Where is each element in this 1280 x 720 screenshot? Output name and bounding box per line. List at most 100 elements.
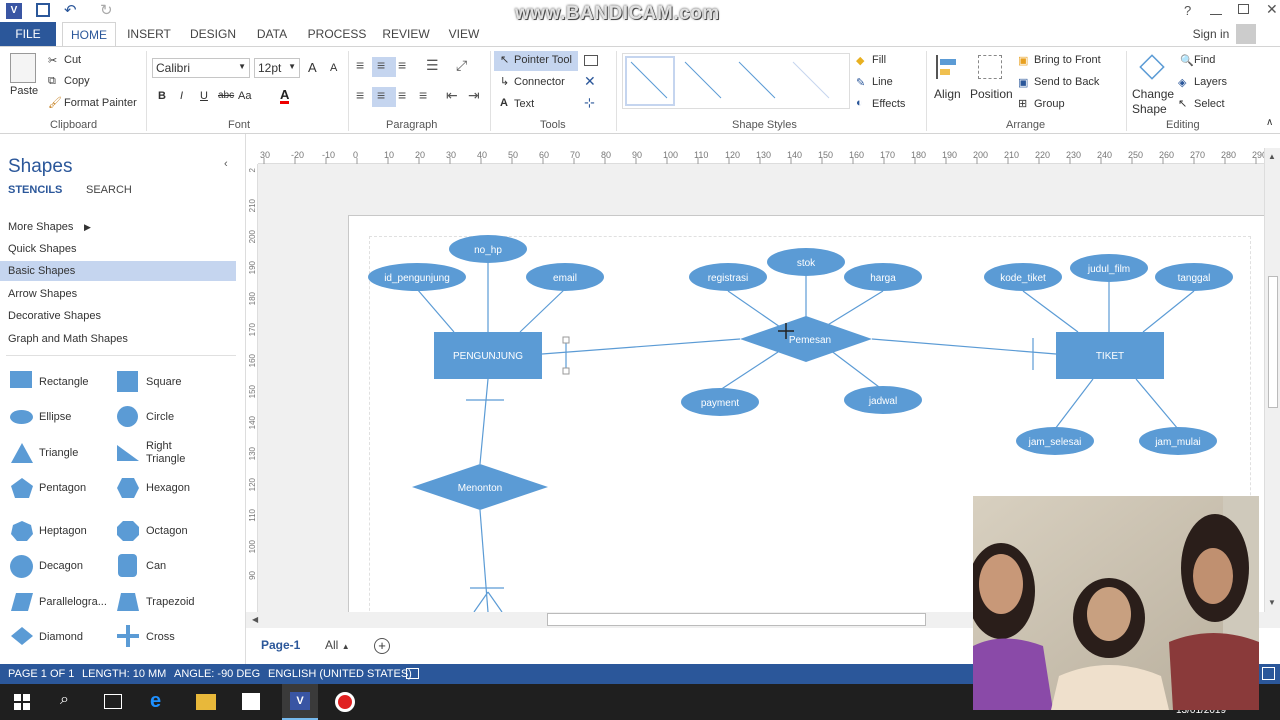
stencils-tab[interactable]: STENCILS [8,184,62,196]
menu-more-shapes[interactable]: More Shapes ▶ [0,217,236,237]
ellipse-icon[interactable] [10,410,33,424]
select-button[interactable]: Select [1194,98,1225,110]
decrease-indent-icon[interactable]: ⇤ [446,87,458,104]
font-color-button[interactable]: A [280,88,290,104]
menu-decorative-shapes[interactable]: Decorative Shapes [0,306,236,326]
shape-circle[interactable]: Circle [146,411,174,423]
align-center-icon[interactable]: ≡ [377,87,385,103]
align-button[interactable]: Align [934,87,961,101]
shape-octagon[interactable]: Octagon [146,525,188,537]
redo-icon[interactable]: ↻ [100,1,113,19]
page-1-tab[interactable]: Page-1 [261,638,300,652]
sign-in-link[interactable]: Sign in [1186,22,1236,46]
search-tab[interactable]: SEARCH [86,184,132,196]
save-icon[interactable] [36,3,50,17]
menu-basic-shapes[interactable]: Basic Shapes [0,261,236,281]
format-painter-button[interactable]: Format Painter [64,97,137,109]
heptagon-icon[interactable] [10,520,34,542]
octagon-icon[interactable] [116,520,140,542]
change-shape-button-line2[interactable]: Shape [1132,102,1167,116]
change-shape-button-line1[interactable]: Change [1132,87,1174,101]
right-triangle-icon[interactable] [116,444,140,462]
shape-trapezoid[interactable]: Trapezoid [146,596,195,608]
change-case-button[interactable]: Aa [238,90,251,102]
connector-tool-button[interactable]: Connector [514,76,565,88]
avatar[interactable] [1236,24,1256,44]
all-pages-tab[interactable]: All ▲ [325,638,350,652]
text-direction-icon[interactable]: ⤢ [456,57,467,74]
tab-home[interactable]: HOME [62,22,116,46]
position-button[interactable]: Position [970,87,1013,101]
menu-graph-math-shapes[interactable]: Graph and Math Shapes [0,329,236,349]
trapezoid-icon[interactable] [116,592,140,612]
send-to-back-button[interactable]: Send to Back [1034,76,1099,88]
shape-decagon[interactable]: Decagon [39,560,83,572]
collapse-panel-icon[interactable]: ‹ [224,158,228,170]
scroll-down-icon[interactable]: ▼ [1268,598,1276,607]
layers-button[interactable]: Layers [1194,76,1227,88]
minimize-button[interactable] [1210,3,1222,15]
align-left-icon[interactable]: ≡ [356,87,364,103]
file-explorer-icon[interactable] [196,694,216,710]
shape-pentagon[interactable]: Pentagon [39,482,86,494]
visio-taskbar-item[interactable]: V [282,684,318,720]
square-icon[interactable] [117,371,138,392]
shrink-font-button[interactable]: A [330,62,337,74]
align-right-icon[interactable]: ≡ [398,87,406,103]
bring-to-front-button[interactable]: Bring to Front [1034,54,1101,66]
font-family-select[interactable]: Calibri ▼ [152,58,250,78]
italic-button[interactable]: I [180,90,183,102]
help-button[interactable]: ? [1184,3,1191,18]
shape-right-triangle[interactable]: Right Triangle [146,440,206,466]
tab-data[interactable]: DATA [252,22,292,46]
pentagon-icon[interactable] [10,477,34,499]
circle-icon[interactable] [117,406,138,427]
shape-hexagon[interactable]: Hexagon [146,482,190,494]
edge-icon[interactable]: e [150,690,161,713]
strikethrough-button[interactable]: abc [218,90,234,101]
status-language[interactable]: ENGLISH (UNITED STATES) [268,668,412,680]
shape-styles-gallery[interactable] [622,53,850,109]
pointer-tool-button[interactable]: Pointer Tool [514,54,572,66]
font-size-select[interactable]: 12pt ▼ [254,58,300,78]
text-tool-button[interactable]: Text [514,98,534,110]
macro-record-icon[interactable] [406,668,419,679]
tab-view[interactable]: VIEW [444,22,484,46]
line-button[interactable]: Line [872,76,893,88]
shape-cross[interactable]: Cross [146,631,175,643]
paste-icon[interactable] [10,53,36,83]
shape-heptagon[interactable]: Heptagon [39,525,87,537]
shape-diamond[interactable]: Diamond [39,631,83,643]
cross-icon[interactable] [116,624,140,648]
fill-button[interactable]: Fill [872,54,886,66]
parallelogram-icon[interactable] [10,592,34,612]
justify-icon[interactable]: ≡ [419,87,427,103]
status-page[interactable]: PAGE 1 OF 1 [8,668,74,680]
group-button[interactable]: Group [1034,98,1065,110]
connection-point-icon[interactable]: ⊹ [584,95,595,111]
task-view-icon[interactable] [104,694,122,709]
grow-font-button[interactable]: A [308,60,317,75]
align-bottom-icon[interactable]: ≡ [398,57,406,73]
horizontal-scroll-thumb[interactable] [547,613,926,626]
bullets-icon[interactable]: ☰ [426,57,439,74]
align-top-icon[interactable]: ≡ [356,57,364,73]
scroll-left-icon[interactable]: ◀ [252,615,258,624]
vertical-scrollbar[interactable]: ▲ ▼ [1264,148,1280,612]
restore-button[interactable] [1238,4,1249,14]
shape-ellipse[interactable]: Ellipse [39,411,71,423]
can-icon[interactable] [118,554,137,577]
align-middle-icon[interactable]: ≡ [377,57,385,73]
search-icon[interactable]: ⌕ [60,691,69,709]
underline-button[interactable]: U [200,90,208,102]
menu-arrow-shapes[interactable]: Arrow Shapes [0,284,236,304]
shape-rectangle[interactable]: Rectangle [39,376,89,388]
paste-button[interactable]: Paste [10,85,38,97]
increase-indent-icon[interactable]: ⇥ [468,87,480,104]
bandicam-record-icon[interactable] [335,692,355,712]
cut-button[interactable]: Cut [64,54,81,66]
fit-page-icon[interactable] [1262,667,1275,680]
decagon-icon[interactable] [10,555,33,578]
shape-square[interactable]: Square [146,376,181,388]
copy-button[interactable]: Copy [64,75,90,87]
